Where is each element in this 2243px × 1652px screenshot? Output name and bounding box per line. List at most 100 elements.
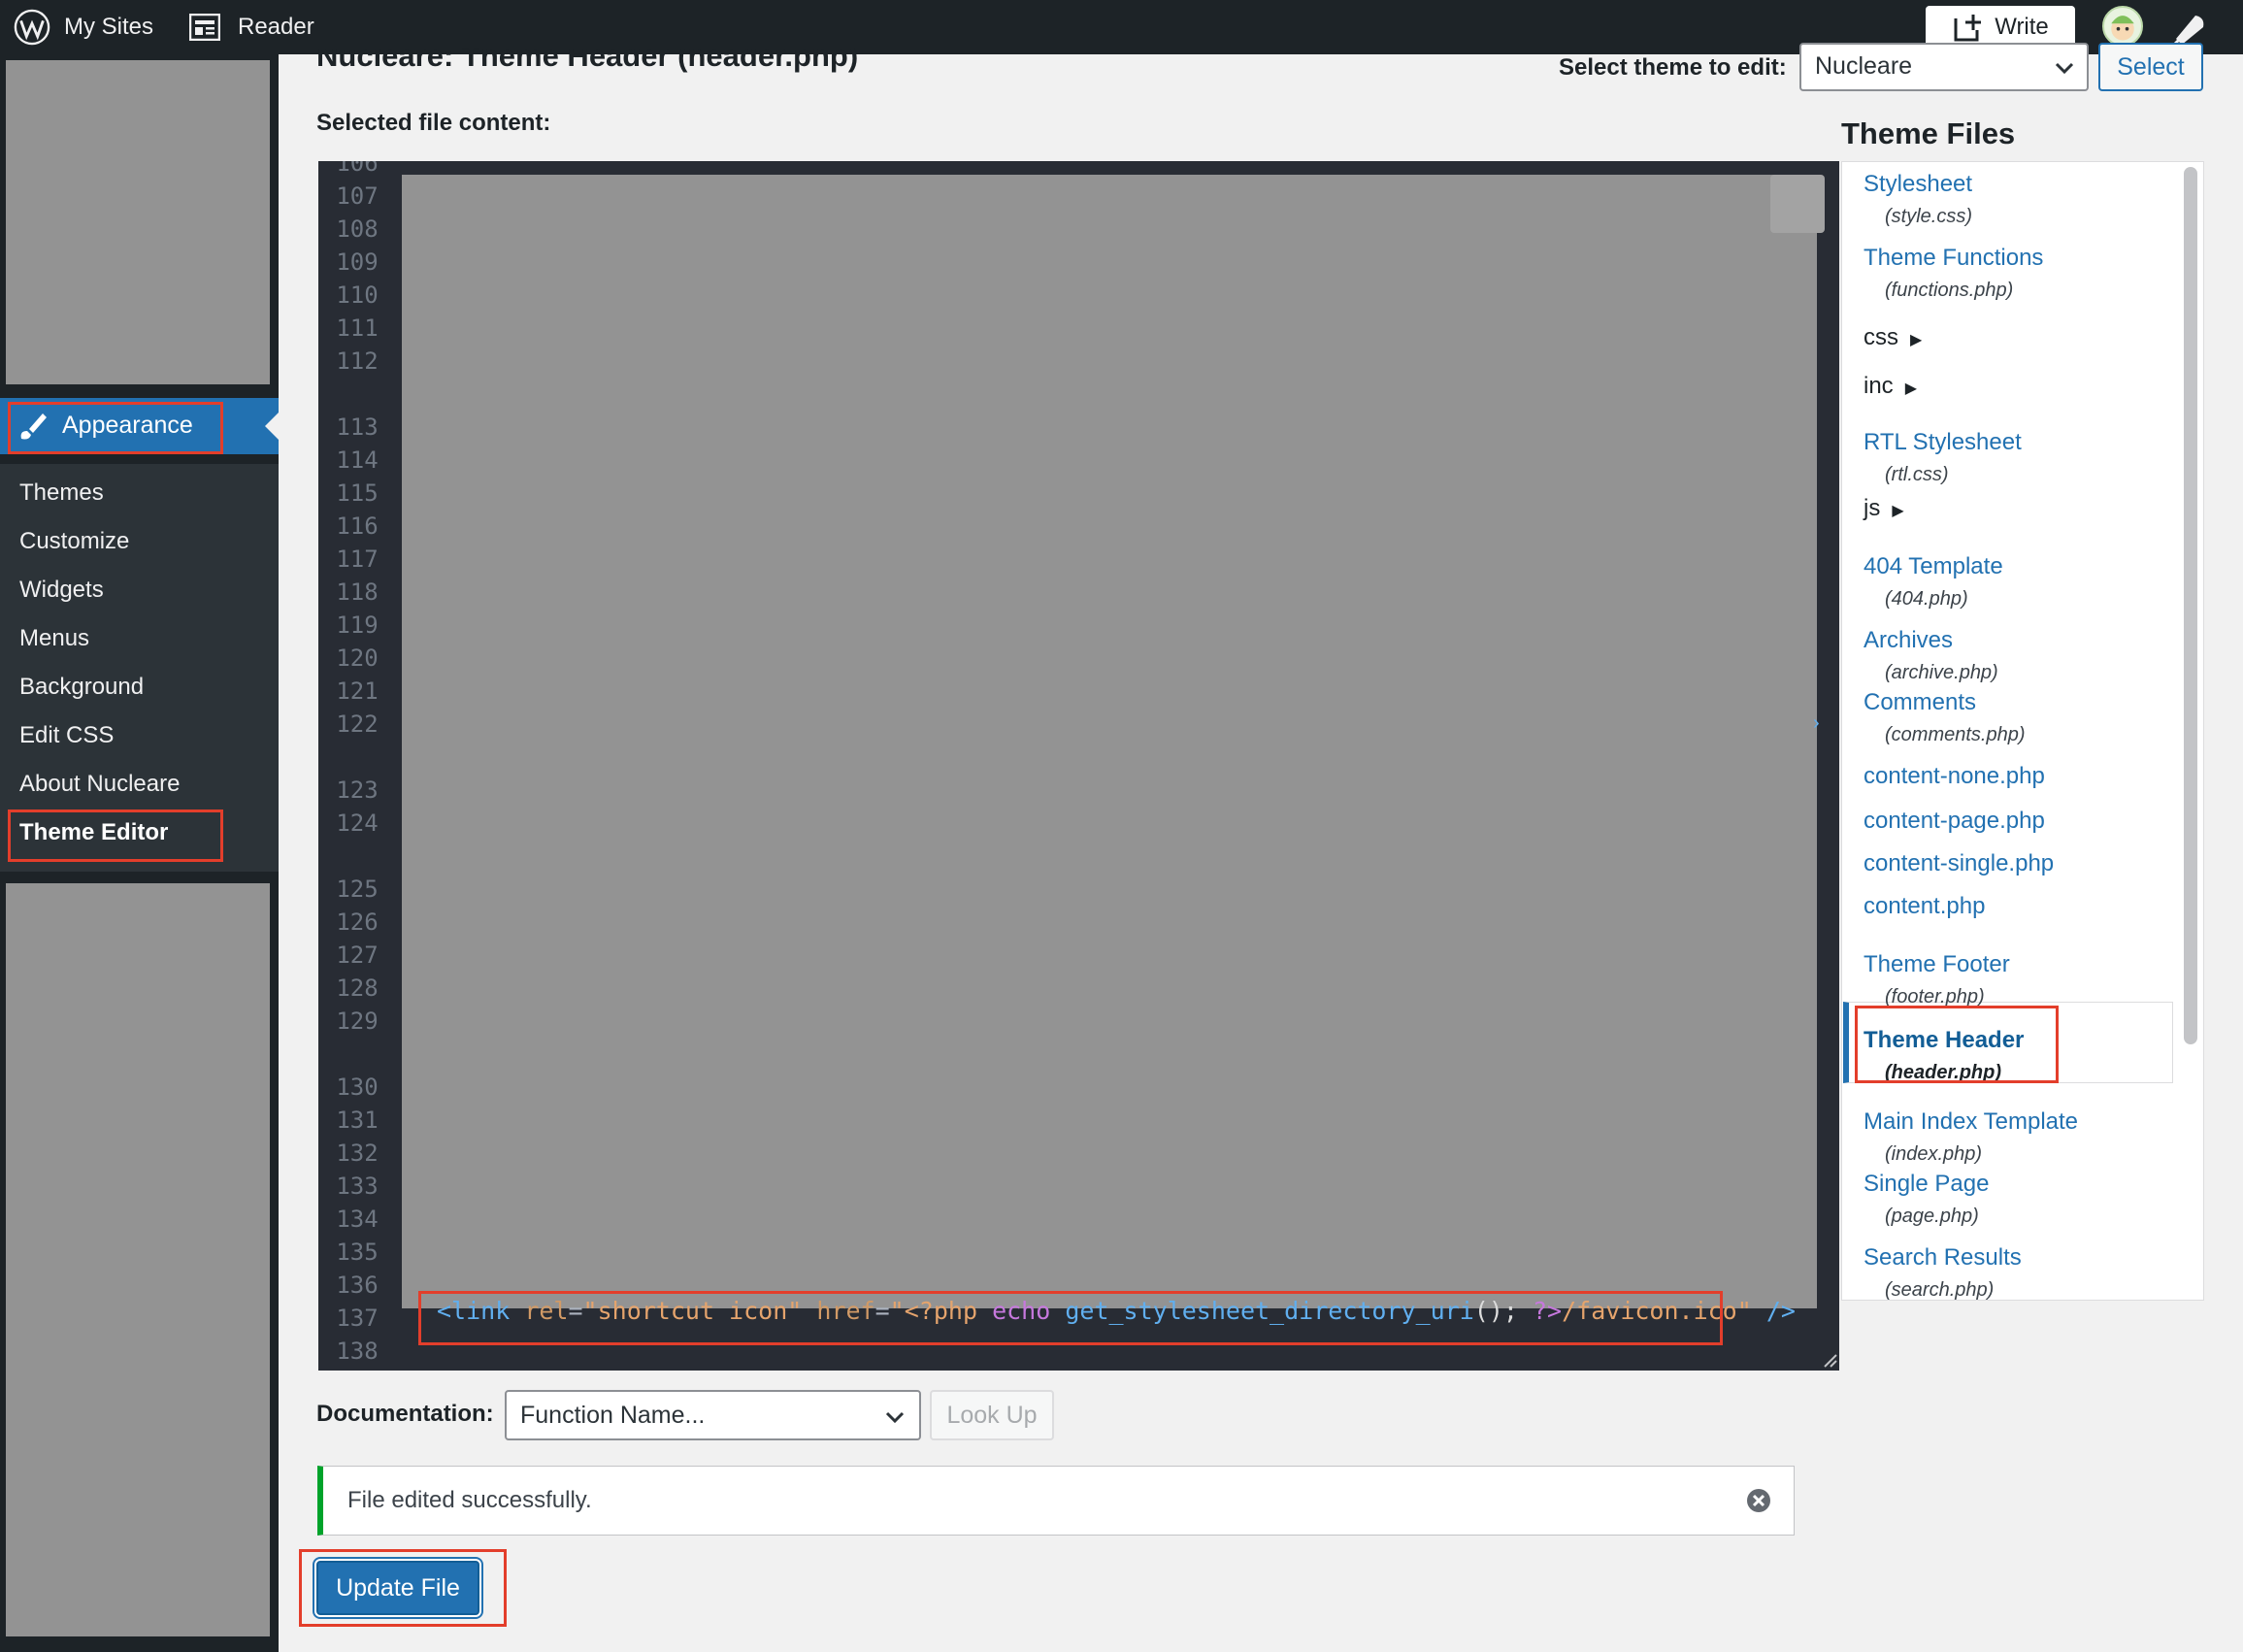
line-number: 114 — [336, 446, 379, 474]
theme-file-filename: (index.php) — [1885, 1143, 1983, 1165]
line-number: 113 — [336, 413, 379, 441]
line-number: 132 — [336, 1140, 379, 1167]
theme-file-link[interactable]: Single Page — [1864, 1171, 1989, 1198]
resize-handle-icon[interactable] — [1821, 1351, 1838, 1369]
theme-files-heading: Theme Files — [1841, 116, 2016, 150]
highlight-box-appearance — [8, 402, 223, 454]
theme-folder-label: js — [1864, 495, 1881, 521]
line-number: 107 — [336, 182, 379, 210]
select-theme-button[interactable]: Select — [2098, 43, 2203, 91]
theme-file-link[interactable]: 404 Template — [1864, 553, 2003, 580]
theme-file-link[interactable]: Main Index Template — [1864, 1108, 2078, 1136]
selected-file-content-label: Selected file content: — [316, 110, 551, 136]
my-sites-link[interactable]: My Sites — [64, 0, 153, 54]
line-number: 124 — [336, 809, 379, 837]
theme-file-filename: (archive.php) — [1885, 662, 1998, 683]
line-number: 115 — [336, 479, 379, 507]
redacted-code — [402, 175, 1817, 1308]
theme-file-filename: (functions.php) — [1885, 280, 2014, 301]
line-number: 110 — [336, 281, 379, 309]
caret-right-icon: ▶ — [1892, 503, 1904, 519]
theme-file-filename: (comments.php) — [1885, 724, 2026, 745]
documentation-select-value: Function Name... — [520, 1402, 706, 1429]
line-number: 116 — [336, 512, 379, 540]
theme-file-link[interactable]: Theme Functions — [1864, 245, 2043, 272]
theme-folder-label: css — [1864, 324, 1898, 350]
line-number: 117 — [336, 545, 379, 573]
reader-link[interactable]: Reader — [238, 0, 314, 54]
write-label: Write — [1995, 14, 2049, 40]
reader-icon[interactable] — [189, 0, 222, 54]
line-number: 118 — [336, 578, 379, 606]
line-number: 122 — [336, 710, 379, 738]
line-number: 129 — [336, 1008, 379, 1035]
editor-scrollbar[interactable] — [1770, 175, 1825, 233]
submenu-item-edit-css[interactable]: Edit CSS — [19, 722, 114, 749]
documentation-select[interactable]: Function Name... — [505, 1390, 921, 1440]
avatar[interactable] — [2102, 6, 2143, 47]
theme-folder-inc[interactable]: inc ▶ — [1864, 373, 1917, 400]
select-theme-label: Select theme to edit: — [1559, 54, 1787, 81]
line-number: 135 — [336, 1239, 379, 1266]
theme-file-link[interactable]: content.php — [1864, 893, 1985, 920]
highlight-box-code-line — [418, 1291, 1723, 1345]
submenu-item-background[interactable]: Background — [19, 674, 144, 701]
code-editor[interactable]: 106 107 108 109 110 111 112 113 114 115 116 117 118 1… — [318, 161, 1839, 1371]
wordpress-logo-icon[interactable] — [14, 0, 52, 54]
line-number: 108 — [336, 215, 379, 243]
submenu-item-customize[interactable]: Customize — [19, 528, 129, 555]
theme-file-link[interactable]: content-none.php — [1864, 763, 2045, 790]
theme-file-link[interactable]: Stylesheet — [1864, 171, 1972, 198]
theme-file-filename: (404.php) — [1885, 588, 1968, 610]
line-number: 120 — [336, 644, 379, 672]
theme-file-link[interactable]: content-single.php — [1864, 850, 2054, 877]
line-number: 125 — [336, 876, 379, 903]
look-up-button[interactable]: Look Up — [930, 1390, 1054, 1440]
line-number: 126 — [336, 909, 379, 936]
submenu-item-menus[interactable]: Menus — [19, 625, 89, 652]
theme-file-link[interactable]: Archives — [1864, 627, 1953, 654]
redacted-menu-area — [6, 883, 270, 1636]
theme-file-link[interactable]: Theme Footer — [1864, 951, 2010, 978]
theme-files-scrollbar[interactable] — [2184, 167, 2197, 1044]
theme-file-filename: (rtl.css) — [1885, 464, 1949, 485]
line-number: 111 — [336, 314, 379, 342]
documentation-label: Documentation: — [316, 1401, 494, 1427]
line-number: 138 — [336, 1338, 379, 1365]
line-number: 128 — [336, 975, 379, 1002]
highlight-box-update-file — [299, 1549, 507, 1627]
chevron-down-icon — [2055, 62, 2074, 75]
theme-file-filename: (search.php) — [1885, 1279, 1995, 1301]
theme-select[interactable]: Nucleare — [1799, 43, 2089, 91]
theme-file-link[interactable]: Comments — [1864, 689, 1976, 716]
line-number: 109 — [336, 248, 379, 276]
line-number: 112 — [336, 347, 379, 375]
submenu-item-widgets[interactable]: Widgets — [19, 577, 104, 604]
theme-select-value: Nucleare — [1815, 52, 1913, 80]
current-menu-arrow — [265, 413, 279, 440]
theme-file-link[interactable]: content-page.php — [1864, 808, 2045, 835]
theme-folder-js[interactable]: js ▶ — [1864, 495, 1904, 522]
line-number: 131 — [336, 1107, 379, 1134]
submenu-item-themes[interactable]: Themes — [19, 479, 104, 507]
line-number: 123 — [336, 776, 379, 804]
line-number: 133 — [336, 1173, 379, 1200]
submenu-item-about-nucleare[interactable]: About Nucleare — [19, 771, 180, 798]
line-number: 127 — [336, 942, 379, 969]
theme-folder-css[interactable]: css ▶ — [1864, 324, 1922, 351]
dismiss-notice-icon[interactable] — [1745, 1487, 1772, 1514]
line-number: 106 — [336, 161, 379, 177]
fold-arrow-icon[interactable]: › — [1813, 712, 1820, 735]
theme-file-link[interactable]: RTL Stylesheet — [1864, 429, 2022, 456]
theme-folder-label: inc — [1864, 373, 1894, 399]
line-number: 121 — [336, 677, 379, 705]
theme-file-filename: (page.php) — [1885, 1206, 1979, 1227]
line-number: 137 — [336, 1305, 379, 1332]
highlight-box-theme-header — [1855, 1006, 2059, 1083]
line-number: 130 — [336, 1074, 379, 1101]
chevron-down-icon — [885, 1411, 905, 1424]
theme-file-link[interactable]: Search Results — [1864, 1244, 2022, 1272]
success-notice-text: File edited successfully. — [347, 1487, 592, 1513]
line-number: 134 — [336, 1206, 379, 1233]
caret-right-icon: ▶ — [1910, 332, 1923, 348]
